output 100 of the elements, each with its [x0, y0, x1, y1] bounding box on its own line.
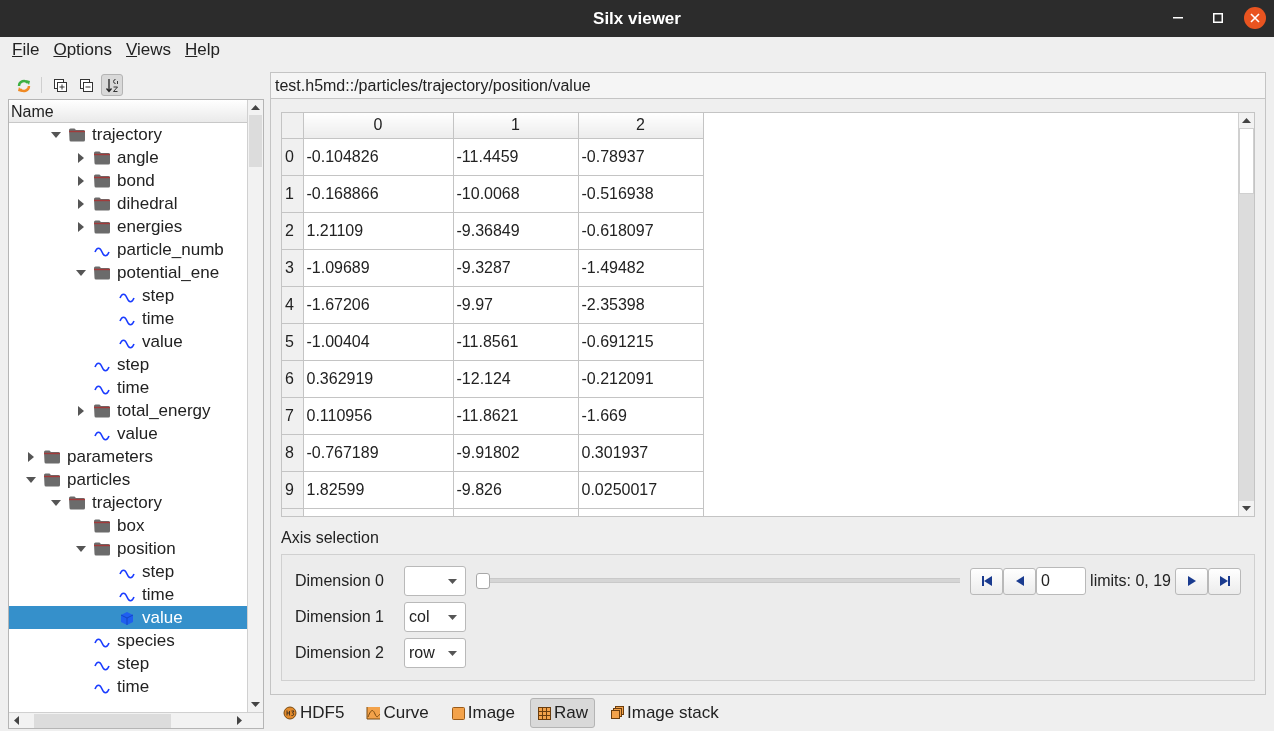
tree-item[interactable]: trajectory: [9, 123, 247, 146]
tree-item[interactable]: position: [9, 537, 247, 560]
tree-item[interactable]: time: [9, 675, 247, 698]
table-cell: -9.36849: [453, 212, 578, 249]
tree-item[interactable]: value: [9, 330, 247, 353]
tree-item[interactable]: total_energy: [9, 399, 247, 422]
scrollbar-thumb[interactable]: [1239, 128, 1254, 194]
row-header[interactable]: 9: [282, 471, 303, 508]
axis-dropdown[interactable]: col: [404, 602, 466, 632]
tree-item[interactable]: step: [9, 652, 247, 675]
row-header[interactable]: 5: [282, 323, 303, 360]
scroll-right-icon[interactable]: [237, 716, 242, 725]
row-header[interactable]: 2: [282, 212, 303, 249]
tree-item[interactable]: particles: [9, 468, 247, 491]
tree-item[interactable]: species: [9, 629, 247, 652]
expand-arrow-icon[interactable]: [77, 152, 84, 163]
table-cell: 0.301937: [578, 434, 703, 471]
table-cell: -9.3287: [453, 249, 578, 286]
vertical-scrollbar[interactable]: [247, 100, 263, 712]
folder-icon: [93, 265, 111, 280]
expand-arrow-icon[interactable]: [77, 198, 84, 209]
last-icon: [1217, 574, 1232, 588]
expand-arrow-icon[interactable]: [27, 451, 34, 462]
slider-thumb[interactable]: [476, 573, 490, 589]
table-cell: -9.826: [453, 471, 578, 508]
previous-button[interactable]: [1003, 567, 1037, 595]
tree-item[interactable]: dihedral: [9, 192, 247, 215]
tree-item[interactable]: particle_numb: [9, 238, 247, 261]
scroll-left-icon[interactable]: [14, 716, 19, 725]
column-header[interactable]: Name: [9, 100, 247, 123]
collapse-arrow-icon[interactable]: [50, 499, 61, 506]
cube-icon: [118, 610, 136, 625]
row-header[interactable]: 8: [282, 434, 303, 471]
scrollbar-thumb[interactable]: [34, 713, 171, 728]
view-tab[interactable]: HDF5: [276, 698, 352, 728]
folder-icon: [93, 196, 111, 211]
index-field[interactable]: 0: [1036, 567, 1087, 595]
view-tab[interactable]: Image: [443, 698, 522, 728]
menu-item[interactable]: Views: [122, 37, 176, 62]
column-header[interactable]: 0: [303, 113, 453, 138]
tree-item[interactable]: time: [9, 307, 247, 330]
scroll-up-icon[interactable]: [1242, 118, 1251, 123]
tree-item[interactable]: angle: [9, 146, 247, 169]
collapse-arrow-icon[interactable]: [75, 545, 86, 552]
tree-item[interactable]: step: [9, 284, 247, 307]
row-header[interactable]: 0: [282, 138, 303, 175]
dimension-label: Dimension 0: [295, 571, 385, 591]
tree-item[interactable]: energies: [9, 215, 247, 238]
view-tab[interactable]: Raw: [530, 698, 596, 728]
sort-icon: [104, 77, 120, 93]
menu-item[interactable]: Help: [181, 37, 225, 62]
scroll-up-icon[interactable]: [251, 105, 260, 110]
view-tab[interactable]: Curve: [359, 698, 436, 728]
row-header[interactable]: 4: [282, 286, 303, 323]
scrollbar-thumb[interactable]: [249, 115, 262, 167]
tree-item[interactable]: bond: [9, 169, 247, 192]
tree-item[interactable]: value: [9, 606, 247, 629]
row-header[interactable]: 7: [282, 397, 303, 434]
vertical-scrollbar[interactable]: [1238, 113, 1254, 516]
stacked-images-icon: [610, 705, 626, 721]
tree-item[interactable]: time: [9, 376, 247, 399]
row-header[interactable]: 1: [282, 175, 303, 212]
collapse-arrow-icon[interactable]: [75, 269, 86, 276]
expand-arrow-icon[interactable]: [77, 405, 84, 416]
folder-icon: [68, 495, 86, 510]
row-header[interactable]: 6: [282, 360, 303, 397]
column-header[interactable]: 2: [578, 113, 703, 138]
hdf5-icon: [283, 705, 298, 721]
tree-item[interactable]: parameters: [9, 445, 247, 468]
collapse-arrow-icon[interactable]: [50, 131, 61, 138]
close-button[interactable]: [1244, 7, 1266, 29]
group-title: Axis selection: [281, 528, 380, 548]
tree-item[interactable]: box: [9, 514, 247, 537]
column-header[interactable]: 1: [453, 113, 578, 138]
table-cell: -0.168866: [303, 175, 453, 212]
table-cell: 0.110956: [303, 397, 453, 434]
last-button[interactable]: [1208, 567, 1241, 595]
table-cell: -11.4459: [453, 138, 578, 175]
next-button[interactable]: [1175, 567, 1208, 595]
table-cell: -0.78937: [578, 138, 703, 175]
view-tab[interactable]: Image stack: [603, 698, 726, 728]
horizontal-scrollbar[interactable]: [9, 712, 263, 728]
tree-item[interactable]: step: [9, 560, 247, 583]
expand-arrow-icon[interactable]: [77, 175, 84, 186]
tree-item[interactable]: potential_ene: [9, 261, 247, 284]
toolbar-button[interactable]: [101, 74, 123, 96]
tree-item[interactable]: step: [9, 353, 247, 376]
menu-item[interactable]: File: [8, 37, 44, 62]
table-cell: -12.124: [453, 360, 578, 397]
first-button[interactable]: [970, 567, 1004, 595]
scroll-down-icon[interactable]: [1242, 506, 1251, 511]
menu-item[interactable]: Options: [49, 37, 116, 62]
tree-item[interactable]: trajectory: [9, 491, 247, 514]
scroll-down-icon[interactable]: [251, 702, 260, 707]
tree-item[interactable]: value: [9, 422, 247, 445]
collapse-arrow-icon[interactable]: [25, 476, 36, 483]
expand-arrow-icon[interactable]: [77, 221, 84, 232]
axis-dropdown[interactable]: row: [404, 638, 466, 668]
row-header[interactable]: 3: [282, 249, 303, 286]
tree-item[interactable]: time: [9, 583, 247, 606]
